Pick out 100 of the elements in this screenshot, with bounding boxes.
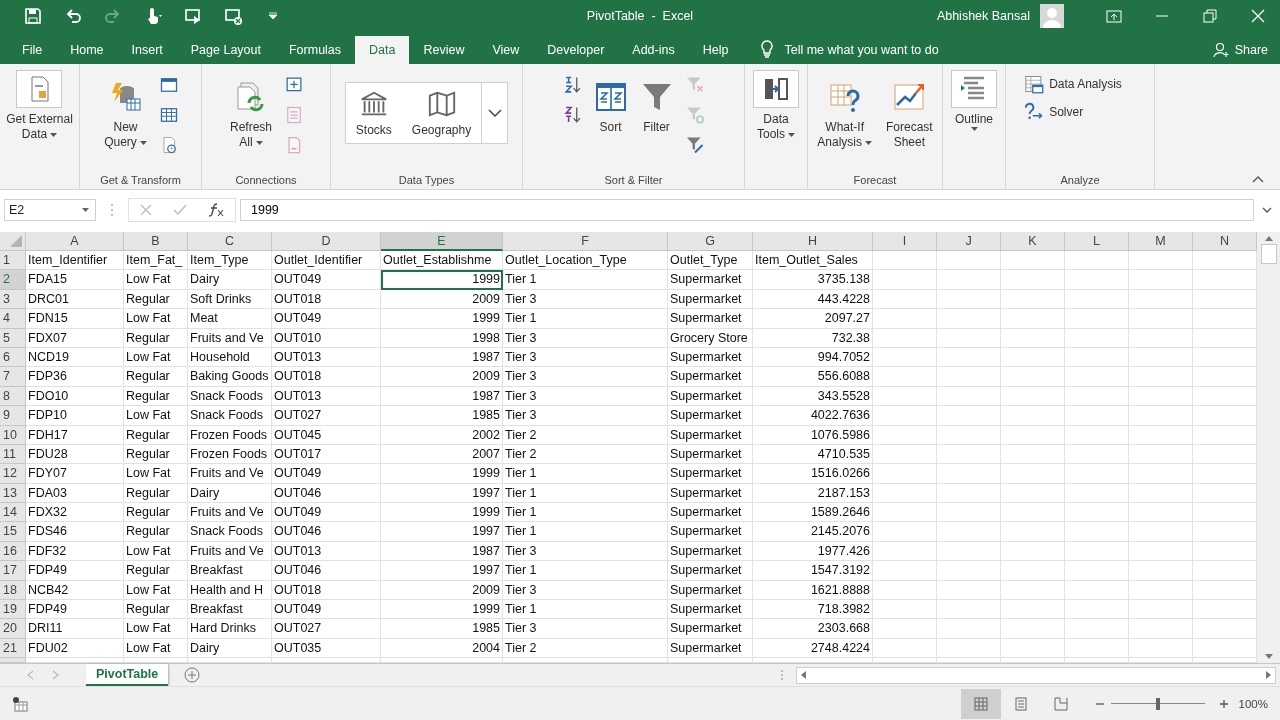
collapse-ribbon-icon[interactable] — [1252, 175, 1264, 183]
column-header[interactable]: D — [272, 232, 381, 251]
add-sheet-icon[interactable] — [184, 667, 201, 683]
scroll-right-icon[interactable] — [1266, 671, 1271, 679]
enter-check-icon[interactable] — [173, 203, 187, 217]
zoom-in-icon[interactable] — [1218, 698, 1229, 709]
ribbon-button[interactable]: Filter — [637, 68, 676, 137]
column-header[interactable]: K — [1001, 232, 1065, 251]
restore-icon[interactable] — [1202, 8, 1218, 24]
row-header[interactable]: 13 — [0, 483, 26, 504]
column-header[interactable]: F — [503, 232, 668, 251]
name-box[interactable]: E2 — [4, 199, 96, 221]
ribbon-display-icon[interactable] — [1106, 8, 1122, 24]
normal-view-button[interactable] — [960, 688, 1001, 719]
row-header[interactable]: 20 — [0, 619, 26, 639]
table-cell: Snack Foods — [188, 406, 272, 426]
table-cell: Fruits and Ve — [188, 328, 272, 348]
column-header[interactable]: B — [124, 232, 188, 251]
drag-handle-icon[interactable] — [110, 203, 114, 217]
ribbon-button[interactable]: Get External Data — [3, 68, 76, 144]
scroll-up-icon[interactable] — [1264, 236, 1273, 241]
ribbon-tab[interactable]: Page Layout — [176, 36, 275, 64]
tell-me-search-field[interactable]: Tell me what you want to do — [780, 36, 1019, 64]
vertical-scrollbar[interactable] — [1257, 232, 1280, 663]
table-cell: 718.3982 — [753, 600, 873, 620]
ribbon-tab[interactable]: Add-ins — [618, 36, 689, 64]
gallery-option[interactable]: Stocks — [345, 83, 402, 143]
ribbon-button[interactable]: Data Tools — [750, 68, 802, 144]
column-header[interactable]: H — [753, 232, 873, 251]
column-header[interactable]: G — [668, 232, 753, 251]
row-header[interactable]: 17 — [0, 561, 26, 581]
gallery-option[interactable]: Geography — [401, 83, 482, 143]
zoom-slider-thumb[interactable] — [1155, 697, 1160, 710]
column-header[interactable]: A — [26, 232, 124, 251]
row-header[interactable]: 19 — [0, 600, 26, 620]
zoom-level[interactable]: 100% — [1238, 697, 1268, 710]
expand-caret-icon[interactable] — [1262, 207, 1272, 213]
empty-cell — [1065, 425, 1129, 445]
ribbon-tab[interactable]: Developer — [533, 36, 619, 64]
table-cell: OUT049 — [272, 600, 381, 620]
empty-cell — [873, 619, 937, 639]
column-header[interactable]: E — [381, 232, 503, 251]
table-cell: Breakfast — [188, 600, 272, 620]
ribbon-button[interactable]: Solver — [1024, 102, 1122, 122]
ribbon-tab[interactable]: Formulas — [274, 36, 356, 64]
empty-cell — [1129, 619, 1193, 639]
column-header[interactable]: J — [937, 232, 1001, 251]
row-header[interactable]: 12 — [0, 464, 26, 484]
table-cell: OUT045 — [272, 425, 381, 445]
row-header[interactable]: 9 — [0, 406, 26, 426]
ribbon-button[interactable]: Data Analysis — [1024, 74, 1122, 94]
ribbon-button[interactable]: New Query — [101, 68, 150, 152]
row-header[interactable]: 4 — [0, 309, 26, 329]
ribbon-button[interactable]: Refresh All — [227, 68, 275, 152]
column-header[interactable]: I — [873, 232, 937, 251]
table-cell: OUT035 — [272, 638, 381, 659]
ribbon-tab[interactable]: Review — [409, 36, 479, 64]
ribbon-tab[interactable]: View — [478, 36, 534, 64]
column-header[interactable]: C — [188, 232, 272, 251]
table-cell: 2004 — [381, 638, 503, 659]
table-cell: Tier 3 — [503, 580, 668, 601]
sheet-tab[interactable]: PivotTable — [86, 664, 169, 686]
row-header[interactable]: 21 — [0, 638, 26, 659]
ribbon-button[interactable]: Forecast Sheet — [883, 68, 936, 152]
column-header[interactable]: M — [1129, 232, 1193, 251]
row-header[interactable]: 10 — [0, 425, 26, 445]
row-header[interactable]: 14 — [0, 503, 26, 523]
column-header[interactable]: N — [1193, 232, 1257, 251]
macro-record-icon[interactable] — [12, 695, 28, 712]
close-icon[interactable] — [1250, 8, 1266, 24]
row-header[interactable]: 8 — [0, 386, 26, 407]
ribbon-tab[interactable]: Insert — [117, 36, 177, 64]
row-header[interactable]: 6 — [0, 347, 26, 368]
row-header[interactable]: 5 — [0, 328, 26, 348]
table-cell: OUT010 — [272, 328, 381, 348]
ribbon-tab[interactable]: Home — [56, 36, 118, 64]
insert-function-icon[interactable] — [207, 202, 225, 218]
row-header[interactable]: 16 — [0, 541, 26, 562]
scroll-thumb[interactable] — [1260, 244, 1277, 264]
formula-field[interactable]: 1999 — [240, 199, 1254, 221]
scroll-left-icon[interactable] — [801, 671, 806, 679]
ribbon-tab[interactable]: File — [8, 36, 57, 64]
ribbon-button[interactable]: Sort — [591, 68, 630, 137]
ribbon-tab[interactable]: Help — [688, 36, 743, 64]
row-header[interactable]: 7 — [0, 367, 26, 387]
empty-cell — [1129, 270, 1193, 290]
split-handle-icon[interactable] — [780, 669, 784, 681]
horizontal-scrollbar[interactable] — [796, 666, 1276, 684]
column-header[interactable]: L — [1065, 232, 1129, 251]
scroll-down-icon[interactable] — [1264, 654, 1273, 659]
row-header[interactable]: 11 — [0, 444, 26, 465]
table-cell: 3735.138 — [753, 270, 873, 290]
row-header[interactable]: 2 — [0, 270, 26, 290]
share-button[interactable]: Share — [1212, 36, 1268, 64]
row-header[interactable]: 18 — [0, 580, 26, 601]
row-header[interactable]: 15 — [0, 522, 26, 542]
ribbon-tab[interactable]: Data — [355, 36, 410, 64]
ribbon-button[interactable]: What-If Analysis — [814, 68, 875, 152]
row-header[interactable]: 1 — [0, 251, 26, 271]
row-header[interactable]: 3 — [0, 289, 26, 310]
